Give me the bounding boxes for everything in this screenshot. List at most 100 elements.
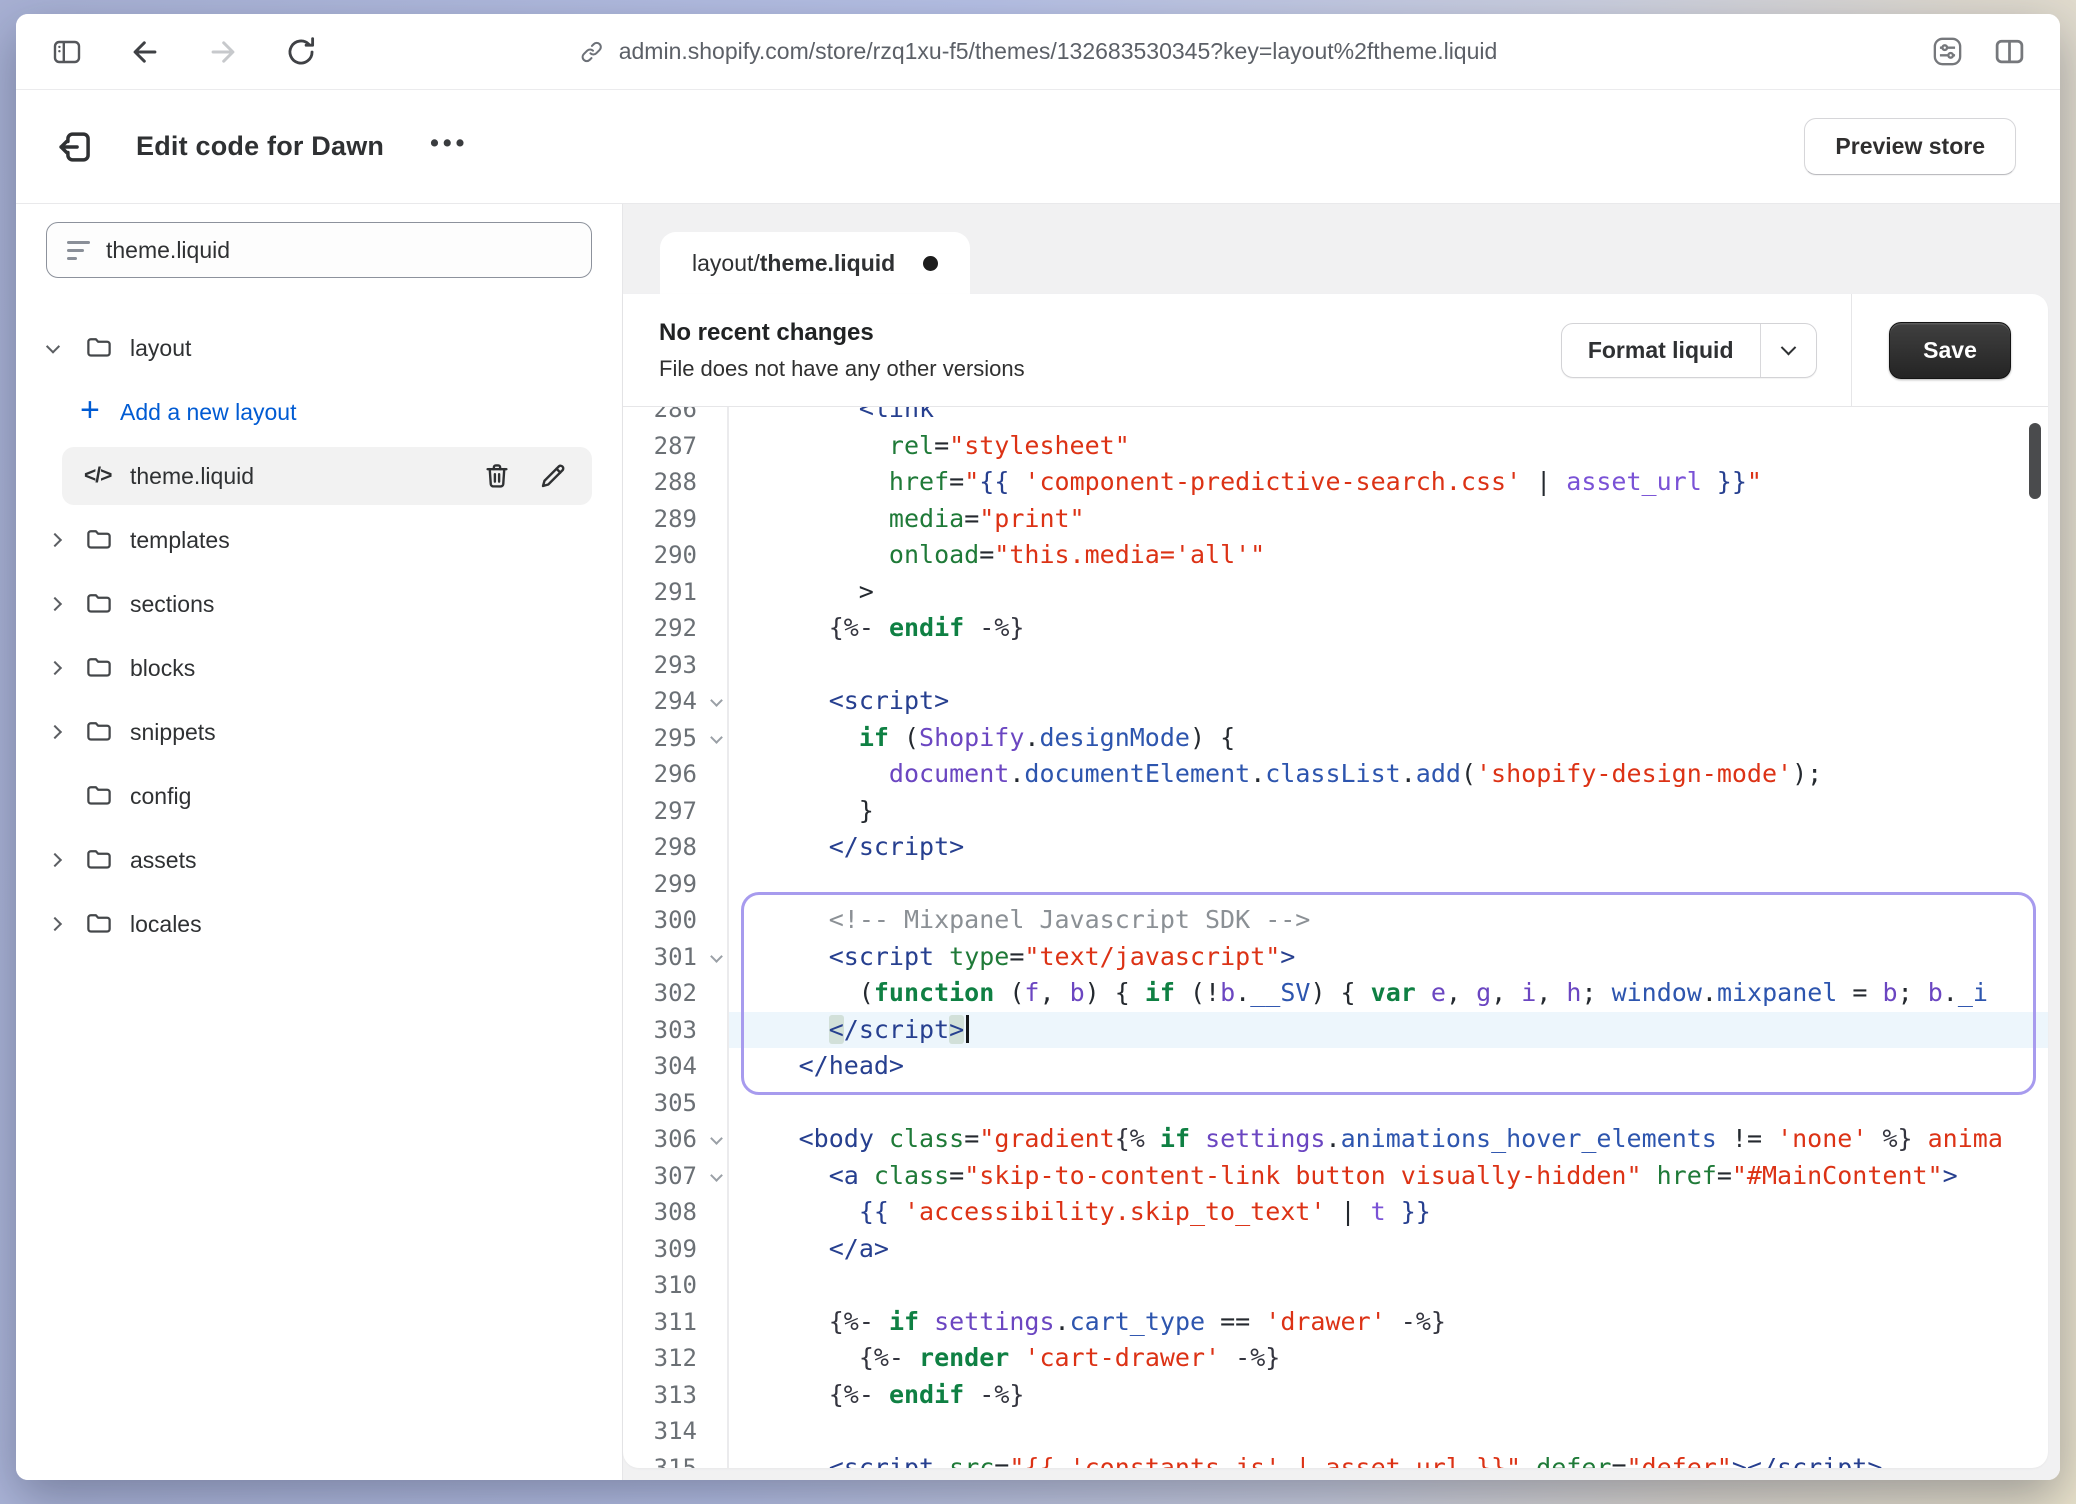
sidebar-item-locales[interactable]: locales [16,892,622,956]
gutter-line-307: 307 [623,1158,727,1195]
preview-store-button[interactable]: Preview store [1804,118,2016,175]
gutter-line-290: 290 [623,537,727,574]
code-line-298[interactable]: </script> [729,829,2049,866]
gutter-line-308: 308 [623,1194,727,1231]
sidebar-toggle-icon[interactable] [50,35,84,69]
code-line-289[interactable]: media="print" [729,501,2049,538]
code-line-303[interactable]: </script> [729,1012,2049,1049]
fold-chevron-icon[interactable] [710,1169,723,1182]
gutter-line-309: 309 [623,1231,727,1268]
code-line-309[interactable]: </a> [729,1231,2049,1268]
code-line-290[interactable]: onload="this.media='all'" [729,537,2049,574]
sidebar-item-label: assets [130,847,196,874]
chevron-right-icon[interactable] [48,919,84,929]
format-liquid-button[interactable]: Format liquid [1562,324,1760,377]
sidebar-item-label: templates [130,527,230,554]
code-line-305[interactable] [729,1085,2049,1122]
pencil-icon[interactable] [538,461,568,491]
url-text: admin.shopify.com/store/rzq1xu-f5/themes… [619,38,1498,65]
unsaved-changes-dot [923,256,938,271]
chevron-right-icon[interactable] [48,663,84,673]
exit-editor-icon[interactable] [56,125,100,169]
code-line-293[interactable] [729,647,2049,684]
code-line-292[interactable]: {%- endif -%} [729,610,2049,647]
page-settings-icon[interactable] [1930,35,1964,69]
sidebar-item-blocks[interactable]: blocks [16,636,622,700]
chevron-down-icon[interactable] [48,343,84,353]
sidebar-item-label: Add a new layout [120,399,296,426]
code-line-312[interactable]: {%- render 'cart-drawer' -%} [729,1340,2049,1377]
code-line-294[interactable]: <script> [729,683,2049,720]
sidebar-item-add-a-new-layout[interactable]: +Add a new layout [16,380,622,444]
fold-chevron-icon[interactable] [710,694,723,707]
code-line-291[interactable]: > [729,574,2049,611]
save-button[interactable]: Save [1889,322,2011,379]
trash-icon[interactable] [482,461,512,491]
folder-icon [84,589,130,619]
folder-icon [84,781,130,811]
code-line-287[interactable]: rel="stylesheet" [729,428,2049,465]
browser-window: admin.shopify.com/store/rzq1xu-f5/themes… [16,14,2060,1480]
code-line-304[interactable]: </head> [729,1048,2049,1085]
code-line-299[interactable] [729,866,2049,903]
code-line-311[interactable]: {%- if settings.cart_type == 'drawer' -%… [729,1304,2049,1341]
code-line-313[interactable]: {%- endif -%} [729,1377,2049,1414]
code-line-286[interactable]: <link [729,407,2049,428]
code-line-296[interactable]: document.documentElement.classList.add('… [729,756,2049,793]
forward-icon[interactable] [206,35,240,69]
code-editor[interactable]: 2862872882892902912922932942952962972982… [623,407,2048,1468]
text-cursor [966,1015,969,1043]
chevron-right-icon[interactable] [48,535,84,545]
chevron-right-icon[interactable] [48,855,84,865]
code-lines[interactable]: <link rel="stylesheet" href="{{ 'compone… [729,407,2049,1468]
code-line-307[interactable]: <a class="skip-to-content-link button vi… [729,1158,2049,1195]
gutter-line-301: 301 [623,939,727,976]
chevron-right-icon[interactable] [48,599,84,609]
chevron-right-icon[interactable] [48,727,84,737]
sidebar-item-config[interactable]: config [16,764,622,828]
sidebar-item-assets[interactable]: assets [16,828,622,892]
plus-icon: + [80,393,120,427]
scrollbar-thumb[interactable] [2029,423,2041,499]
gutter-line-302: 302 [623,975,727,1012]
code-line-297[interactable]: } [729,793,2049,830]
tab-theme-liquid[interactable]: layout/theme.liquid [660,232,970,294]
file-actions [482,461,568,491]
gutter-line-299: 299 [623,866,727,903]
gutter-line-292: 292 [623,610,727,647]
desktop-background: admin.shopify.com/store/rzq1xu-f5/themes… [0,0,2076,1504]
code-line-315[interactable]: <script src="{{ 'constants.js' | asset_u… [729,1450,2049,1469]
address-bar[interactable]: admin.shopify.com/store/rzq1xu-f5/themes… [579,14,1498,89]
code-line-314[interactable] [729,1413,2049,1450]
code-line-310[interactable] [729,1267,2049,1304]
format-options-chevron[interactable] [1760,324,1816,377]
sidebar-item-label: sections [130,591,214,618]
sidebar-item-layout[interactable]: layout [16,316,622,380]
fold-chevron-icon[interactable] [710,1132,723,1145]
code-line-295[interactable]: if (Shopify.designMode) { [729,720,2049,757]
code-line-308[interactable]: {{ 'accessibility.skip_to_text' | t }} [729,1194,2049,1231]
reload-icon[interactable] [284,35,318,69]
code-line-306[interactable]: <body class="gradient{% if settings.anim… [729,1121,2049,1158]
code-line-302[interactable]: (function (f, b) { if (!b.__SV) { var e,… [729,975,2049,1012]
browser-toolbar: admin.shopify.com/store/rzq1xu-f5/themes… [16,14,2060,90]
folder-icon [84,845,130,875]
sidebar-item-snippets[interactable]: snippets [16,700,622,764]
fold-chevron-icon[interactable] [710,950,723,963]
file-filter-input[interactable] [106,237,571,264]
sidebar-item-templates[interactable]: templates [16,508,622,572]
gutter-line-286: 286 [623,407,727,428]
code-line-288[interactable]: href="{{ 'component-predictive-search.cs… [729,464,2049,501]
sidebar-item-label: blocks [130,655,195,682]
gutter-line-288: 288 [623,464,727,501]
code-line-300[interactable]: <!-- Mixpanel Javascript SDK --> [729,902,2049,939]
more-actions-button[interactable]: ••• [430,129,468,158]
fold-chevron-icon[interactable] [710,731,723,744]
gutter-line-293: 293 [623,647,727,684]
code-line-301[interactable]: <script type="text/javascript"> [729,939,2049,976]
sidebar-item-theme-liquid[interactable]: </>theme.liquid [62,447,592,505]
split-view-icon[interactable] [1992,35,2026,69]
sidebar-item-sections[interactable]: sections [16,572,622,636]
back-icon[interactable] [128,35,162,69]
page-title: Edit code for Dawn [136,131,384,162]
